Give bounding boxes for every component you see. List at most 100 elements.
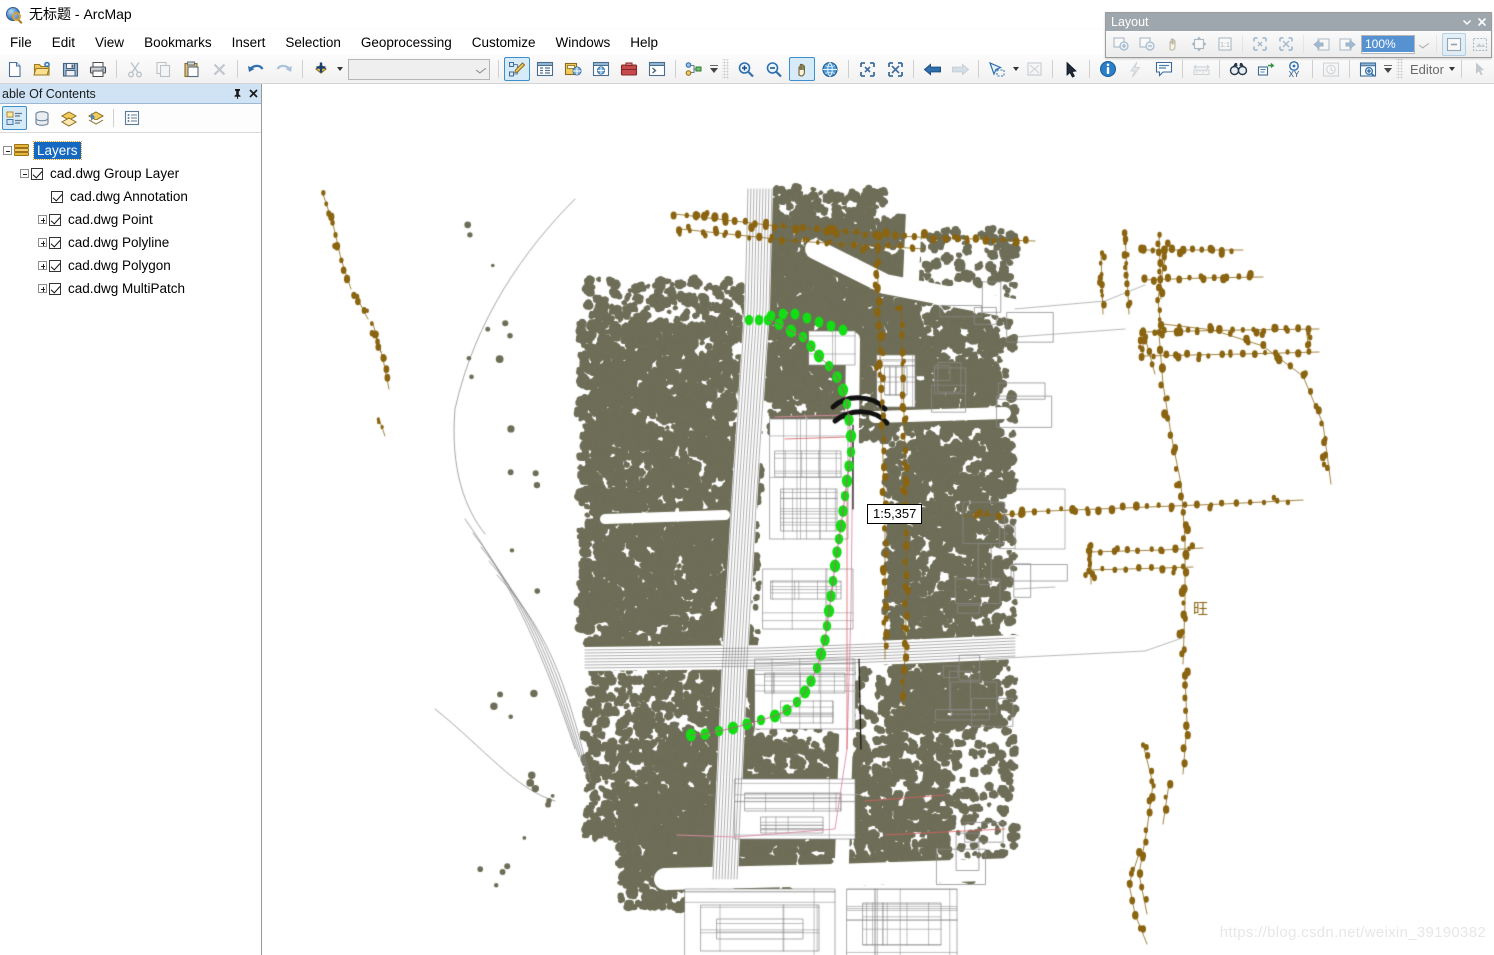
expand-toggle-multipatch[interactable]	[36, 284, 49, 293]
tools-toolbar-overflow[interactable]	[1382, 58, 1393, 80]
find-button[interactable]	[1225, 57, 1251, 81]
layout-toolbar-header[interactable]: Layout	[1106, 13, 1491, 31]
expand-toggle-polyline[interactable]	[36, 238, 49, 247]
cut-button[interactable]	[122, 57, 148, 81]
paste-button[interactable]	[178, 57, 204, 81]
pan-button[interactable]	[789, 57, 815, 81]
editor-menu-caret[interactable]	[1448, 59, 1457, 79]
layout-focus-data-frame-button[interactable]	[1468, 33, 1492, 56]
add-data-button[interactable]	[308, 57, 334, 81]
menu-selection[interactable]: Selection	[275, 32, 351, 53]
python-window-button[interactable]	[644, 57, 670, 81]
editor-menu-label: Editor	[1410, 61, 1444, 77]
zoom-in-button[interactable]	[733, 57, 759, 81]
close-icon[interactable]	[245, 86, 261, 102]
editor-menu[interactable]: Editor	[1406, 59, 1457, 79]
tree-node-layers[interactable]: Layers	[0, 139, 261, 162]
layout-fixed-zoom-in-button[interactable]	[1248, 33, 1272, 56]
arctoolbox-button[interactable]	[616, 57, 642, 81]
redo-button[interactable]	[271, 57, 297, 81]
edit-tool-button[interactable]	[1467, 57, 1493, 81]
go-to-xy-button[interactable]: XY	[1281, 57, 1307, 81]
zoom-out-button[interactable]	[761, 57, 787, 81]
checkbox-group-layer[interactable]	[31, 167, 43, 180]
identify-button[interactable]	[1095, 57, 1121, 81]
full-extent-button[interactable]	[817, 57, 843, 81]
checkbox-polyline[interactable]	[49, 236, 61, 249]
model-builder-button[interactable]	[681, 57, 707, 81]
add-data-caret[interactable]	[335, 59, 344, 79]
select-elements-button[interactable]	[1058, 57, 1084, 81]
tree-node-point[interactable]: cad.dwg Point	[0, 208, 261, 231]
create-viewer-window-button[interactable]	[1355, 57, 1381, 81]
copy-button[interactable]	[150, 57, 176, 81]
pin-icon[interactable]	[229, 86, 245, 102]
select-features-button[interactable]	[984, 57, 1010, 81]
expand-toggle-polygon[interactable]	[36, 261, 49, 270]
menu-geoprocessing[interactable]: Geoprocessing	[351, 32, 462, 53]
checkbox-annotation[interactable]	[51, 190, 63, 203]
menu-insert[interactable]: Insert	[222, 32, 276, 53]
menu-help[interactable]: Help	[620, 32, 668, 53]
list-by-drawing-order-tab[interactable]	[2, 106, 27, 130]
checkbox-multipatch[interactable]	[49, 282, 61, 295]
go-next-extent-button[interactable]	[947, 57, 973, 81]
tree-node-multipatch[interactable]: cad.dwg MultiPatch	[0, 277, 261, 300]
layout-zoom-in-button[interactable]	[1109, 33, 1133, 56]
go-back-extent-button[interactable]	[919, 57, 945, 81]
menu-edit[interactable]: Edit	[42, 32, 85, 53]
fixed-zoom-out-button[interactable]	[882, 57, 908, 81]
layout-zoom-100-button[interactable]: 1:1	[1213, 33, 1237, 56]
menu-file[interactable]: File	[0, 32, 42, 53]
toc-options-button[interactable]	[119, 106, 144, 130]
list-by-source-tab[interactable]	[29, 106, 54, 130]
checkbox-polygon[interactable]	[49, 259, 61, 272]
layout-zoom-out-button[interactable]	[1135, 33, 1159, 56]
measure-button[interactable]	[1188, 57, 1214, 81]
menu-bookmarks[interactable]: Bookmarks	[134, 32, 222, 53]
tree-node-group-layer[interactable]: cad.dwg Group Layer	[0, 162, 261, 185]
fixed-zoom-in-button[interactable]	[854, 57, 880, 81]
select-features-caret[interactable]	[1011, 59, 1020, 79]
open-button[interactable]	[29, 57, 55, 81]
tree-node-polyline[interactable]: cad.dwg Polyline	[0, 231, 261, 254]
list-by-selection-tab[interactable]	[83, 106, 108, 130]
list-by-visibility-tab[interactable]	[56, 106, 81, 130]
editor-toolbox-button[interactable]	[504, 57, 530, 81]
delete-button[interactable]	[206, 57, 232, 81]
layout-zoom-whole-page-button[interactable]	[1187, 33, 1211, 56]
expand-toggle-group-layer[interactable]	[18, 169, 31, 178]
layout-go-forward-extent-button[interactable]	[1335, 33, 1359, 56]
new-map-button[interactable]	[1, 57, 27, 81]
menu-customize[interactable]: Customize	[462, 32, 546, 53]
tree-node-annotation[interactable]: cad.dwg Annotation	[0, 185, 261, 208]
table-of-contents-button[interactable]	[532, 57, 558, 81]
map-scale-combo[interactable]	[348, 58, 490, 80]
layout-zoom-chevron-down-icon[interactable]	[1416, 36, 1432, 53]
expand-toggle-point[interactable]	[36, 215, 49, 224]
search-window-button[interactable]	[588, 57, 614, 81]
time-slider-button[interactable]	[1318, 57, 1344, 81]
menu-windows[interactable]: Windows	[546, 32, 621, 53]
standard-toolbar-overflow[interactable]	[708, 58, 719, 80]
clear-selection-button[interactable]	[1021, 57, 1047, 81]
undo-button[interactable]	[243, 57, 269, 81]
map-data-frame[interactable]: 1:5,357 https://blog.csdn.net/weixin_391…	[263, 84, 1494, 955]
save-button[interactable]	[57, 57, 83, 81]
layout-go-back-extent-button[interactable]	[1309, 33, 1333, 56]
expand-toggle-layers[interactable]	[1, 146, 14, 155]
catalog-button[interactable]	[560, 57, 586, 81]
layout-pan-button[interactable]	[1161, 33, 1185, 56]
layout-fixed-zoom-out-button[interactable]	[1274, 33, 1298, 56]
layout-toggle-draft-mode-button[interactable]	[1442, 32, 1466, 56]
layout-zoom-combo[interactable]: 100%	[1361, 34, 1415, 54]
hyperlink-button[interactable]	[1123, 57, 1149, 81]
menu-view[interactable]: View	[85, 32, 134, 53]
print-button[interactable]	[85, 57, 111, 81]
layout-toolbar-close-icon[interactable]	[1474, 15, 1489, 30]
tree-node-polygon[interactable]: cad.dwg Polygon	[0, 254, 261, 277]
layout-toolbar-options-icon[interactable]	[1459, 15, 1474, 30]
html-popup-button[interactable]	[1151, 57, 1177, 81]
find-route-button[interactable]	[1253, 57, 1279, 81]
checkbox-point[interactable]	[49, 213, 61, 226]
